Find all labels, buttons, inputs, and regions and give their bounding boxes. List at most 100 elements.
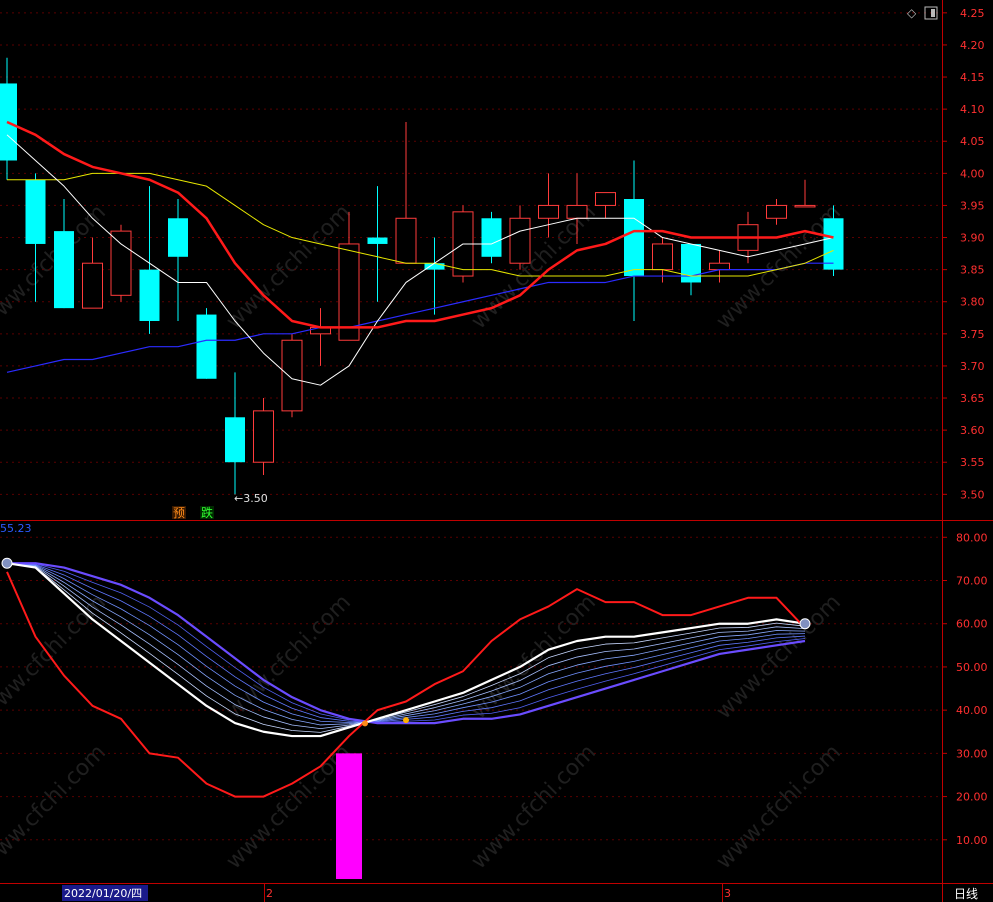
month-label-3: 3	[724, 887, 731, 900]
candle	[681, 243, 701, 296]
upper-tick-label: 3.60	[960, 424, 985, 437]
upper-tick-label: 4.20	[960, 39, 985, 52]
lower-tick-label: 40.00	[956, 704, 988, 717]
candle	[367, 186, 388, 302]
candle-body-down	[424, 263, 445, 270]
month-label-2: 2	[266, 887, 273, 900]
watermark-text: www.cfchi.com	[0, 740, 111, 874]
candle-body-up	[281, 339, 303, 412]
candle	[766, 199, 787, 225]
cross-marker-icon	[362, 720, 368, 727]
signal-star-icon	[1, 557, 13, 569]
candle-body-down	[196, 314, 217, 379]
candle-body-up	[709, 262, 730, 271]
candle-body-up	[766, 204, 787, 219]
lower-tick-label: 10.00	[956, 834, 988, 847]
candle	[481, 211, 502, 264]
watermark-text: www.cfchi.com	[0, 590, 111, 724]
lower-tick-label: 70.00	[956, 575, 988, 588]
upper-tick-label: 3.95	[960, 199, 985, 212]
upper-tick-label: 3.80	[960, 296, 985, 309]
candle	[709, 250, 730, 283]
oscillator-red-line	[6, 571, 806, 798]
oscillator-value-label: 55.23	[0, 522, 32, 535]
candle-body-down	[25, 179, 46, 244]
chart-canvas: www.cfchi.com www.cfchi.com www.cfchi.com w…	[0, 0, 993, 902]
candle-body-up	[538, 204, 559, 219]
candle-body-down	[367, 237, 388, 244]
upper-tick-label: 3.70	[960, 360, 985, 373]
panel-toggle-icon-fill	[931, 9, 935, 17]
candle	[395, 121, 417, 264]
candle	[595, 192, 616, 219]
upper-tick-label: 4.05	[960, 135, 985, 148]
cross-marker-icon	[403, 717, 409, 724]
upper-tick-label: 3.90	[960, 232, 985, 245]
candle-body-down	[681, 243, 701, 283]
candle-body-down	[54, 231, 74, 309]
lower-tick-label: 50.00	[956, 661, 988, 674]
candle	[139, 186, 160, 334]
candle-body-down	[225, 417, 245, 463]
candle	[281, 333, 303, 418]
date-cursor-label: 2022/01/20/四	[64, 887, 142, 900]
candle	[196, 308, 217, 379]
watermark-text: www.cfchi.com	[712, 740, 846, 874]
candle	[168, 199, 188, 321]
candle-body-down	[168, 218, 188, 257]
ma-red-line	[6, 120, 834, 329]
lower-tick-label: 20.00	[956, 791, 988, 804]
watermark-text: www.cfchi.com	[712, 590, 846, 724]
candle-body-up	[110, 230, 132, 296]
watermark-text: www.cfchi.com	[467, 740, 601, 874]
upper-tick-label: 3.65	[960, 392, 985, 405]
low-price-label: ←3.50	[234, 492, 268, 505]
candle-body-up	[395, 217, 417, 264]
signal-star-icon	[799, 618, 811, 630]
candle-body-down	[139, 269, 160, 321]
candle	[54, 199, 74, 309]
candle-body-up	[509, 217, 531, 264]
lower-tick-label: 60.00	[956, 618, 988, 631]
candle	[225, 372, 245, 495]
candle-body-down	[823, 218, 844, 270]
candle-body-up	[253, 410, 274, 463]
candle-body-down	[481, 218, 502, 257]
candle	[794, 179, 816, 208]
watermark-text: www.cfchi.com	[222, 740, 356, 874]
pre-label: 预	[173, 506, 185, 520]
upper-tick-label: 4.15	[960, 71, 985, 84]
candle-body-up	[566, 204, 588, 219]
upper-tick-label: 4.10	[960, 103, 985, 116]
candle-body-up	[595, 192, 616, 206]
candle-body-down	[624, 199, 644, 277]
candle	[253, 398, 274, 476]
fall-label: 跌	[201, 505, 213, 520]
candle	[110, 224, 132, 302]
upper-tick-label: 3.75	[960, 328, 985, 341]
upper-tick-label: 3.50	[960, 488, 985, 501]
candle	[82, 237, 103, 309]
upper-tick-label: 3.55	[960, 456, 985, 469]
lower-value-ticks: 80.00 70.00 60.00 50.00 40.00 30.00 20.00 10.00	[942, 531, 988, 847]
lower-tick-label: 30.00	[956, 747, 988, 760]
candle	[310, 308, 331, 366]
signal-bar	[336, 753, 362, 879]
watermark-text: www.cfchi.com	[222, 590, 356, 724]
candle	[0, 57, 17, 180]
oscillator-purple-line	[7, 562, 806, 725]
upper-tick-label: 4.00	[960, 167, 985, 180]
upper-tick-label: 3.85	[960, 264, 985, 277]
candle	[624, 160, 644, 321]
diamond-icon[interactable]: ◇	[907, 6, 917, 20]
upper-tick-label: 4.25	[960, 7, 985, 20]
watermark-text: www.cfchi.com	[222, 200, 356, 334]
lower-tick-label: 80.00	[956, 531, 988, 544]
upper-price-ticks: 4.25 4.20 4.15 4.10 4.05 4.00 3.95 3.90 3.85 3.80…	[942, 7, 985, 501]
candle	[509, 205, 531, 270]
period-label[interactable]: 日线	[954, 887, 978, 901]
candle-body-up	[652, 243, 673, 271]
candle-body-up	[82, 262, 103, 309]
candle	[424, 237, 445, 315]
candle-body-up	[794, 204, 816, 208]
